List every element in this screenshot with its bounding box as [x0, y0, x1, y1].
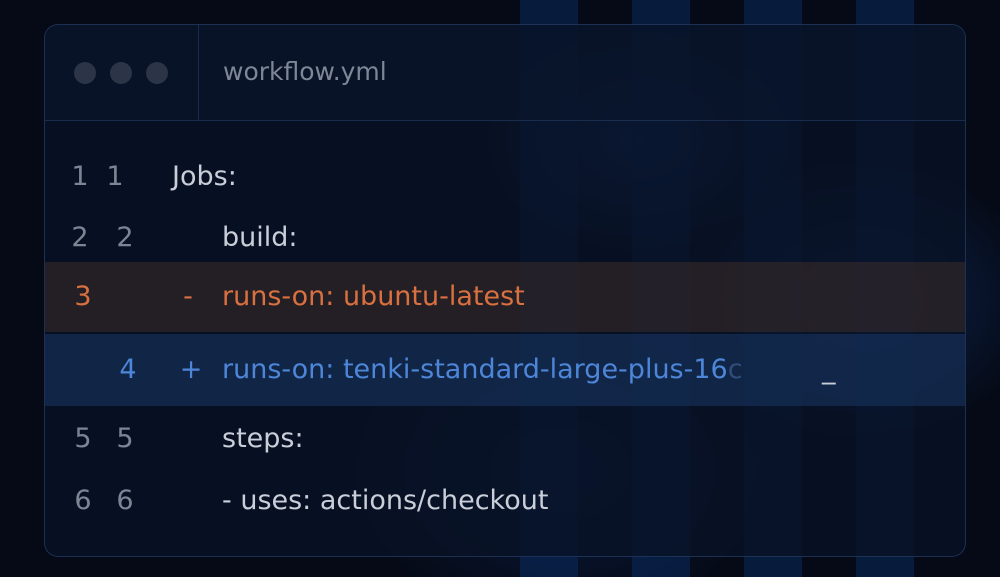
title-bar: workflow.yml — [45, 25, 965, 121]
new-line-number: 1 — [106, 161, 124, 192]
old-line-number: 2 — [71, 222, 89, 253]
diff-line-removed: 3 - runs-on: ubuntu-latest — [45, 262, 965, 332]
close-dot-icon[interactable] — [74, 62, 96, 84]
old-line-number: 1 — [71, 161, 89, 192]
old-line-number: 6 — [74, 485, 92, 516]
file-name-tab[interactable]: workflow.yml — [223, 55, 387, 89]
window-controls — [45, 25, 199, 120]
new-line-number: 5 — [116, 423, 134, 454]
diff-line-added: 4 + runs-on: tenki-standard-large-plus-1… — [45, 334, 965, 406]
code-text-typing: c — [727, 354, 743, 385]
removed-sign: - — [183, 281, 193, 312]
code-text: steps: — [222, 423, 304, 454]
code-text: build: — [222, 222, 298, 253]
old-line-number: 3 — [74, 281, 92, 312]
code-text: runs-on: tenki-standard-large-plus-16c — [222, 334, 743, 406]
old-line-number: 5 — [74, 423, 92, 454]
code-text: - uses: actions/checkout — [222, 485, 549, 516]
code-text: Jobs: — [172, 161, 237, 192]
code-text: runs-on: ubuntu-latest — [222, 281, 525, 312]
text-cursor: _ — [822, 354, 836, 385]
diff-line: 5 5 steps: — [45, 411, 965, 467]
new-line-number: 6 — [116, 485, 134, 516]
code-text-main: runs-on: tenki-standard-large-plus-16 — [222, 354, 728, 385]
new-line-number: 2 — [116, 222, 134, 253]
new-line-number: 4 — [119, 354, 137, 385]
diff-line: 2 2 build: — [45, 210, 965, 266]
code-window: workflow.yml 1 1 Jobs: 2 2 build: 3 - ru… — [44, 24, 966, 557]
diff-line: 1 1 Jobs: — [45, 149, 965, 205]
added-sign: + — [179, 354, 203, 385]
minimize-dot-icon[interactable] — [110, 62, 132, 84]
maximize-dot-icon[interactable] — [146, 62, 168, 84]
diff-line: 6 6 - uses: actions/checkout — [45, 473, 965, 529]
